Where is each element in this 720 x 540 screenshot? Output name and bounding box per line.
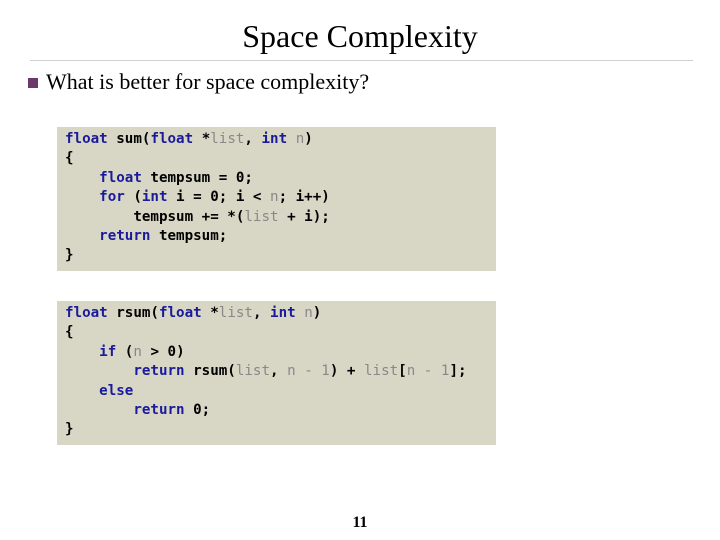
code-text: rsum( bbox=[184, 363, 236, 380]
code-text: > 0) bbox=[141, 343, 185, 360]
code-identifier: list bbox=[235, 363, 271, 380]
code-keyword: return bbox=[133, 363, 185, 380]
code-text: * bbox=[201, 305, 219, 321]
code-line: if (n > 0) bbox=[65, 343, 496, 362]
code-keyword: float bbox=[99, 169, 142, 186]
code-line: float rsum(float *list, int n) bbox=[65, 304, 496, 323]
square-bullet-icon bbox=[28, 78, 38, 88]
code-identifier: list bbox=[244, 208, 279, 225]
code-line: } bbox=[65, 420, 496, 439]
code-text: , bbox=[270, 363, 288, 380]
code-text: ]; bbox=[449, 363, 467, 380]
code-text: 0; bbox=[184, 401, 211, 418]
code-text: { bbox=[65, 150, 74, 167]
code-text: tempsum += *( bbox=[65, 208, 245, 225]
code-keyword: int bbox=[141, 189, 168, 206]
title-divider bbox=[30, 60, 693, 61]
code-text: ) + bbox=[329, 363, 364, 380]
code-text: * bbox=[193, 131, 211, 147]
code-line: else bbox=[65, 382, 496, 401]
code-identifier: n bbox=[295, 131, 305, 147]
code-keyword: return bbox=[133, 401, 185, 418]
code-block-sum: float sum(float *list, int n){ float tem… bbox=[57, 127, 496, 271]
code-line: float sum(float *list, int n) bbox=[65, 130, 496, 149]
code-identifier: n bbox=[133, 343, 142, 360]
code-text: [ bbox=[398, 363, 407, 380]
bullet-item: What is better for space complexity? bbox=[28, 67, 369, 97]
code-line: { bbox=[65, 149, 496, 168]
code-block-rsum: float rsum(float *list, int n){ if (n > … bbox=[57, 301, 496, 445]
code-text: tempsum; bbox=[150, 227, 228, 244]
code-keyword: int bbox=[261, 131, 288, 147]
code-identifier: list bbox=[364, 363, 399, 380]
code-line: for (int i = 0; i < n; i++) bbox=[65, 188, 496, 207]
code-keyword: int bbox=[270, 305, 296, 321]
code-line: float tempsum = 0; bbox=[65, 169, 496, 188]
code-text: i = 0; i < bbox=[167, 189, 271, 206]
code-text: , bbox=[252, 305, 271, 321]
slide-title: Space Complexity bbox=[242, 18, 478, 54]
code-text: { bbox=[65, 324, 74, 341]
bullet-text: What is better for space complexity? bbox=[46, 69, 370, 94]
code-keyword: if bbox=[99, 343, 117, 360]
code-text: ) bbox=[304, 131, 313, 147]
code-text: ) bbox=[312, 305, 322, 321]
code-keyword: float bbox=[65, 131, 108, 147]
code-keyword: float bbox=[65, 305, 108, 321]
code-line: return 0; bbox=[65, 401, 496, 420]
code-text: , bbox=[244, 131, 262, 147]
code-text: } bbox=[65, 421, 74, 438]
code-text: + i); bbox=[278, 208, 330, 225]
code-keyword: for bbox=[99, 189, 125, 206]
code-keyword: return bbox=[99, 227, 151, 244]
page-number: 11 bbox=[352, 514, 368, 531]
code-keyword: float bbox=[158, 305, 202, 321]
code-identifier: list bbox=[210, 131, 245, 147]
code-text: rsum( bbox=[107, 305, 159, 321]
code-line: { bbox=[65, 323, 496, 342]
code-text: } bbox=[65, 247, 74, 264]
code-line: return tempsum; bbox=[65, 227, 496, 246]
code-identifier: n - 1 bbox=[287, 363, 330, 380]
code-line: return rsum(list, n - 1) + list[n - 1]; bbox=[65, 362, 496, 381]
code-text: ( bbox=[124, 189, 142, 206]
code-line: tempsum += *(list + i); bbox=[65, 208, 496, 227]
code-text: sum( bbox=[107, 131, 151, 147]
code-identifier: list bbox=[218, 305, 253, 321]
code-identifier: n bbox=[304, 305, 313, 321]
code-keyword: float bbox=[150, 131, 194, 147]
code-text: ; i++) bbox=[278, 189, 330, 206]
code-text: ( bbox=[116, 343, 134, 360]
code-identifier: n - 1 bbox=[406, 363, 450, 380]
code-identifier: n bbox=[270, 189, 279, 206]
code-line: } bbox=[65, 246, 496, 265]
code-keyword: else bbox=[99, 382, 134, 399]
code-text: tempsum = 0; bbox=[141, 169, 253, 186]
